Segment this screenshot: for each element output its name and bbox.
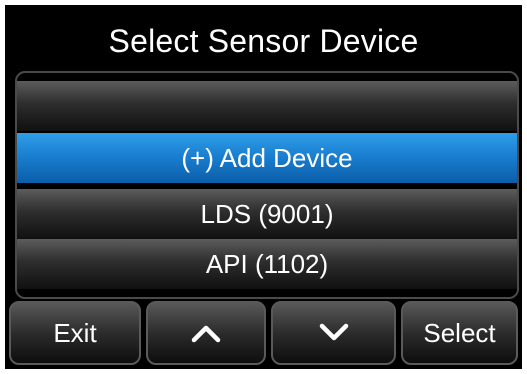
device-screen: Select Sensor Device (+) Add Device LDS … bbox=[5, 5, 522, 369]
list-item-label: (+) Add Device bbox=[181, 142, 353, 173]
scroll-up-button[interactable] bbox=[146, 301, 266, 365]
exit-button[interactable]: Exit bbox=[9, 301, 141, 365]
list-item-lds[interactable]: LDS (9001) bbox=[17, 189, 517, 239]
page-title: Select Sensor Device bbox=[108, 22, 419, 59]
list-item-label: LDS (9001) bbox=[200, 198, 334, 229]
scroll-down-button[interactable] bbox=[271, 301, 396, 365]
button-bar: Exit Select bbox=[5, 301, 522, 369]
select-button[interactable]: Select bbox=[401, 301, 518, 365]
exit-button-label: Exit bbox=[53, 317, 97, 348]
list-item-empty[interactable] bbox=[17, 81, 517, 131]
list-item-label: API (1102) bbox=[205, 248, 329, 279]
select-button-label: Select bbox=[423, 317, 496, 348]
list-item-api[interactable]: API (1102) bbox=[17, 239, 517, 289]
list-item-add-device[interactable]: (+) Add Device bbox=[17, 133, 517, 183]
chevron-up-icon bbox=[191, 323, 221, 343]
chevron-down-icon bbox=[319, 323, 349, 343]
device-list[interactable]: (+) Add Device LDS (9001) API (1102) bbox=[15, 71, 519, 299]
